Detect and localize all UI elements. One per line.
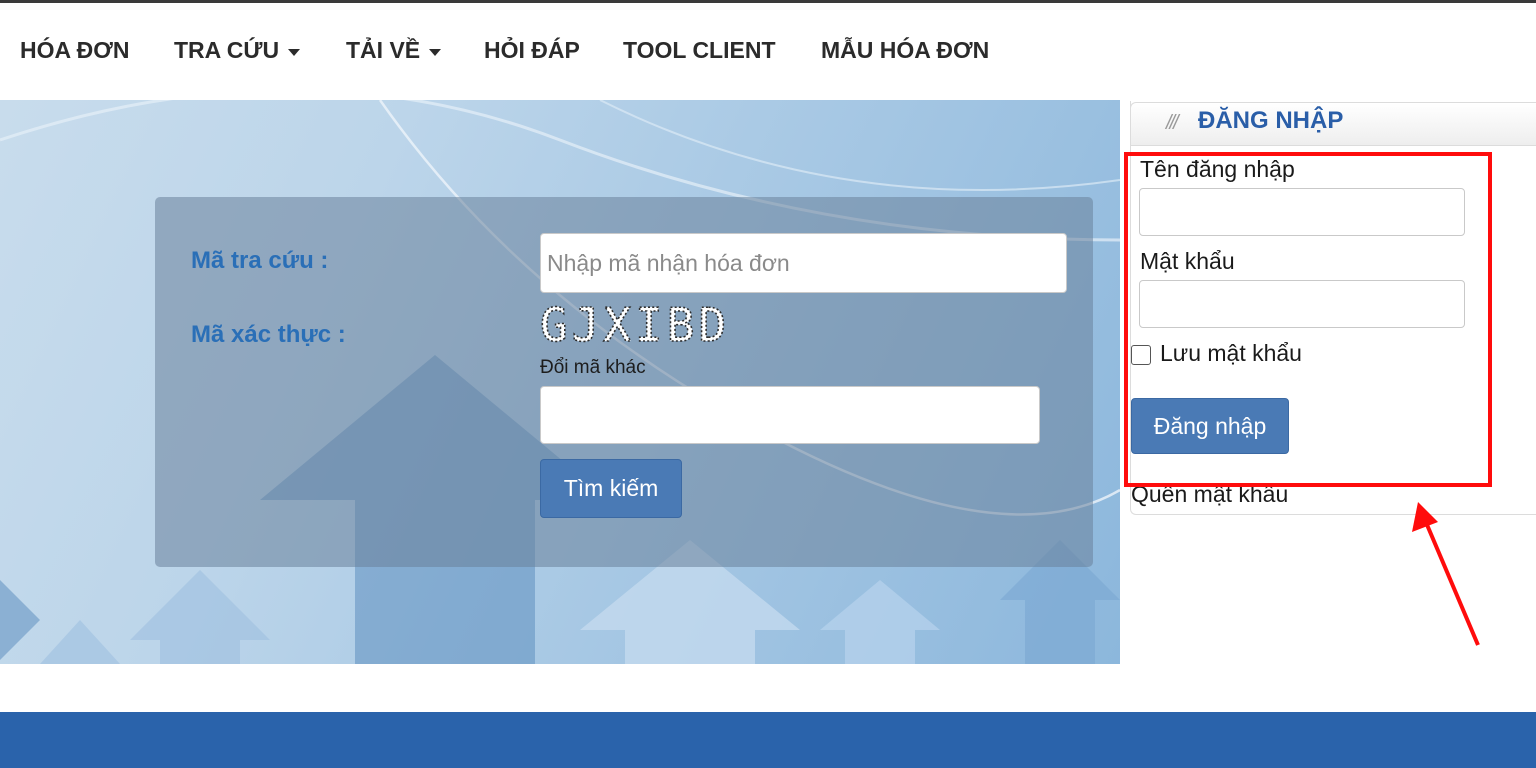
captcha-image: GJXIBD (540, 300, 730, 350)
nav-item-label: TẢI VỀ (346, 37, 421, 63)
lookup-code-input[interactable] (540, 233, 1067, 293)
captcha-input[interactable] (540, 386, 1040, 444)
annotation-arrow-icon (1412, 502, 1480, 646)
lookup-code-label: Mã tra cứu : (191, 247, 329, 274)
remember-password-label: Lưu mật khẩu (1160, 340, 1302, 366)
nav-item-label: HỎI ĐÁP (484, 37, 580, 63)
username-input[interactable] (1139, 188, 1465, 236)
nav-item-mau-hoa-don[interactable]: MẪU HÓA ĐƠN (821, 37, 989, 64)
nav-item-hoa-don[interactable]: HÓA ĐƠN (20, 37, 130, 64)
forgot-password-link[interactable]: Quên mật khẩu (1131, 481, 1288, 508)
username-label: Tên đăng nhập (1140, 156, 1295, 182)
nav-item-tai-ve[interactable]: TẢI VỀ (346, 37, 442, 64)
chevron-down-icon (288, 48, 301, 56)
login-title: ĐĂNG NHẬP (1198, 107, 1344, 134)
nav-item-label: TRA CỨU (174, 37, 280, 63)
login-button[interactable]: Đăng nhập (1131, 398, 1289, 454)
password-input[interactable] (1139, 280, 1465, 328)
nav-item-label: HÓA ĐƠN (20, 37, 130, 63)
captcha-text: GJXIBD (540, 300, 730, 350)
chevron-down-icon (429, 48, 442, 56)
nav-item-label: MẪU HÓA ĐƠN (821, 37, 990, 63)
slashes-decoration-icon: /// (1166, 112, 1179, 134)
change-captcha-link[interactable]: Đổi mã khác (540, 357, 646, 379)
password-label: Mật khẩu (1140, 248, 1235, 274)
nav-item-tool-client[interactable]: TOOL CLIENT (623, 37, 776, 64)
main-nav: HÓA ĐƠN TRA CỨU TẢI VỀ HỎI ĐÁP TOOL CLIE… (0, 3, 1536, 100)
footer-bar (0, 712, 1536, 768)
captcha-label: Mã xác thực : (191, 321, 346, 348)
nav-item-hoi-dap[interactable]: HỎI ĐÁP (484, 37, 580, 64)
search-button[interactable]: Tìm kiếm (540, 459, 682, 518)
remember-password-checkbox[interactable] (1131, 345, 1151, 365)
nav-item-label: TOOL CLIENT (623, 37, 776, 63)
nav-item-tra-cuu[interactable]: TRA CỨU (174, 37, 301, 64)
